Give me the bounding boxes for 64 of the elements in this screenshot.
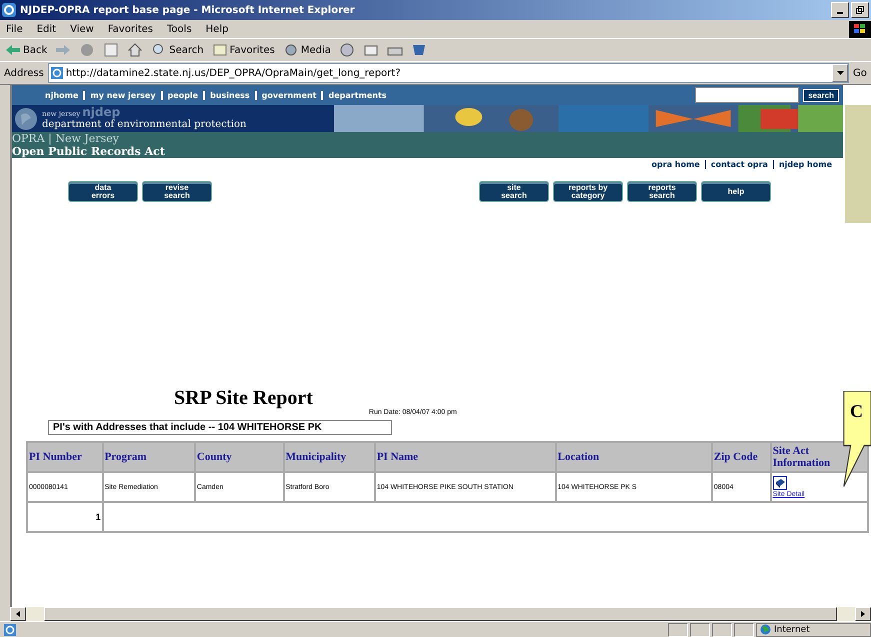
window-title: NJDEP-OPRA report base page - Microsoft Internet Explorer bbox=[20, 4, 356, 16]
column-header: County bbox=[194, 442, 284, 472]
address-field[interactable]: http://datamine2.state.nj.us/DEP_OPRA/OpraMain/get_long_report? bbox=[48, 63, 849, 83]
program-title: OPRA | New Jersey bbox=[12, 132, 119, 145]
column-header: Zip Code bbox=[712, 442, 771, 472]
toolbar-button[interactable]: Media bbox=[282, 41, 332, 59]
column-header: PI Number bbox=[27, 442, 103, 472]
nav-button[interactable]: help bbox=[701, 181, 771, 202]
column-header: Program bbox=[102, 442, 195, 472]
status-pane bbox=[734, 622, 754, 636]
toolbar-button[interactable]: Search bbox=[150, 41, 205, 59]
minimize-button[interactable] bbox=[831, 2, 849, 18]
menu-item[interactable]: Help bbox=[206, 24, 228, 34]
logo-text: njdep bbox=[82, 106, 120, 119]
page-icon bbox=[4, 624, 16, 636]
status-pane bbox=[712, 622, 732, 636]
book-icon[interactable] bbox=[772, 476, 787, 490]
nav-button[interactable]: site search bbox=[479, 181, 549, 202]
header-link[interactable]: contact opra bbox=[704, 160, 773, 169]
department-name: department of environmental protection bbox=[42, 119, 246, 131]
nav-link[interactable]: departments bbox=[321, 90, 392, 100]
menu-item[interactable]: Favorites bbox=[108, 24, 154, 34]
report-title: SRP Site Report bbox=[174, 387, 313, 410]
filter-caption: PI's with Addresses that include -- 104 WHITEHORSE PK bbox=[48, 420, 392, 435]
address-label: Address bbox=[4, 68, 44, 78]
browser-icon bbox=[2, 3, 16, 17]
scroll-right-button[interactable] bbox=[855, 607, 871, 621]
nav-button[interactable]: data errors bbox=[68, 181, 138, 202]
nav-link[interactable]: my new jersey bbox=[83, 90, 161, 100]
column-header: PI Name bbox=[374, 442, 556, 472]
search-button[interactable]: search bbox=[803, 88, 839, 102]
windows-logo-icon bbox=[849, 20, 871, 38]
scroll-left-button[interactable] bbox=[10, 607, 26, 621]
header-link[interactable]: opra home bbox=[646, 160, 705, 169]
globe-icon bbox=[760, 624, 771, 635]
page-icon bbox=[50, 67, 63, 79]
toolbar-button[interactable]: Favorites bbox=[210, 41, 276, 59]
left-arrow-icon[interactable] bbox=[16, 611, 20, 617]
status-pane bbox=[690, 622, 710, 636]
status-pane bbox=[668, 622, 688, 636]
nav-link[interactable]: people bbox=[160, 90, 204, 100]
restore-button[interactable] bbox=[851, 2, 869, 18]
menu-item[interactable]: Tools bbox=[167, 24, 192, 34]
header-link[interactable]: njdep home bbox=[772, 160, 837, 169]
restore-icon[interactable] bbox=[856, 6, 864, 14]
nav-link[interactable]: government bbox=[254, 90, 322, 100]
toolbar-button[interactable]: Back bbox=[4, 41, 48, 59]
column-header: Location bbox=[556, 442, 712, 472]
act-title: Open Public Records Act bbox=[12, 145, 165, 158]
menu-item[interactable]: File bbox=[6, 24, 23, 34]
seal-icon bbox=[14, 106, 38, 130]
nav-link[interactable]: business bbox=[203, 90, 255, 100]
nav-button[interactable]: revise search bbox=[142, 181, 212, 202]
search-field[interactable] bbox=[695, 87, 800, 103]
nav-button[interactable]: reports search bbox=[627, 181, 697, 202]
menu-item[interactable]: View bbox=[70, 24, 94, 34]
nav-button[interactable]: reports by category bbox=[553, 181, 623, 202]
row-count: 1 bbox=[27, 502, 103, 532]
column-header: Municipality bbox=[284, 442, 375, 472]
nav-link[interactable]: njhome bbox=[40, 90, 84, 100]
go-button[interactable]: Go bbox=[853, 68, 871, 78]
right-arrow-icon[interactable] bbox=[861, 611, 865, 617]
zone-label: Internet bbox=[774, 624, 810, 634]
menu-item[interactable]: Edit bbox=[36, 24, 56, 34]
